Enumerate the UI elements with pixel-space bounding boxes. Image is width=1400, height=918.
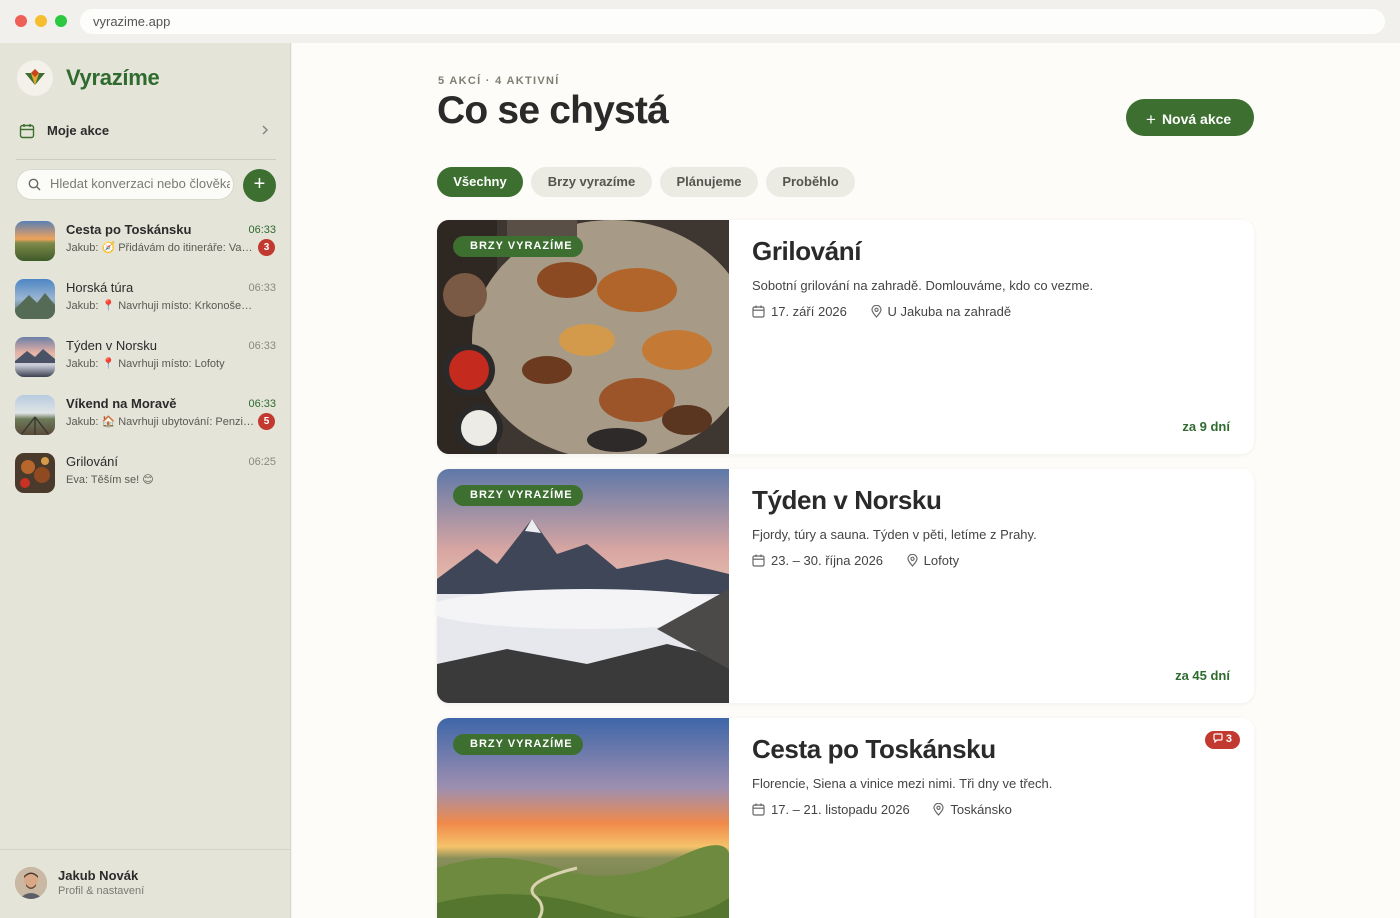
app-logo[interactable] xyxy=(17,60,53,96)
browser-chrome: vyrazime.app xyxy=(0,0,1400,43)
logo-icon xyxy=(25,69,45,85)
event-description: Florencie, Siena a vinice mezi nimi. Tři… xyxy=(752,776,1053,791)
event-countdown: za 45 dní xyxy=(1175,668,1230,683)
profile-settings-link[interactable]: Profil & nastavení xyxy=(58,885,144,897)
conversation-time: 06:33 xyxy=(248,340,276,352)
plus-icon: + xyxy=(1146,110,1156,129)
my-events-label: Moje akce xyxy=(47,123,110,138)
conversation-item-horska-tura[interactable]: Horská túra 06:33 Jakub: 📍 Navrhuji míst… xyxy=(0,269,291,327)
event-card-toskansko[interactable]: BRZY VYRAZÍME Cesta po Toskánsku 3 Flore… xyxy=(437,718,1254,918)
maximize-window-button[interactable] xyxy=(55,15,67,27)
chevron-right-icon xyxy=(262,125,269,135)
event-meta: 17. – 21. listopadu 2026 Toskánsko xyxy=(752,802,1032,817)
unread-count: 3 xyxy=(1225,733,1232,745)
minimize-window-button[interactable] xyxy=(35,15,47,27)
event-countdown: za 9 dní xyxy=(1182,419,1230,434)
event-description: Sobotní grilování na zahradě. Domlouváme… xyxy=(752,278,1094,293)
conversation-thumbnail xyxy=(15,221,55,261)
calendar-icon xyxy=(19,124,35,139)
location-pin-icon xyxy=(870,305,882,318)
filter-past[interactable]: Proběhlo xyxy=(766,167,855,197)
status-tag: BRZY VYRAZÍME xyxy=(453,236,583,257)
conversation-preview: Jakub: 📍 Navrhuji místo: Lofoty xyxy=(66,358,225,370)
filter-planning[interactable]: Plánujeme xyxy=(660,167,758,197)
brand-name: Vyrazíme xyxy=(66,65,160,90)
conversation-time: 06:33 xyxy=(248,282,276,294)
event-card-grilovani[interactable]: BRZY VYRAZÍME Grilování Sobotní grilován… xyxy=(437,220,1254,454)
location-pin-icon xyxy=(907,554,918,567)
conversation-item-grilovani[interactable]: Grilování 06:25 Eva: Těším se! 😊 xyxy=(0,443,291,501)
conversation-preview: Jakub: 🏠 Navrhuji ubytování: Penzion xyxy=(66,416,254,428)
calendar-icon xyxy=(752,305,765,318)
event-card-norsko[interactable]: BRZY VYRAZÍME Týden v Norsku Fjordy, túr… xyxy=(437,469,1254,703)
event-date: 23. – 30. října 2026 xyxy=(771,553,884,568)
search-icon xyxy=(28,178,41,191)
event-place: U Jakuba na zahradě xyxy=(887,304,1012,319)
event-title: Týden v Norsku xyxy=(752,485,942,515)
event-meta: 17. září 2026 U Jakuba na zahradě xyxy=(752,304,1031,319)
event-place-item: U Jakuba na zahradě xyxy=(870,304,1012,319)
conversation-preview: Eva: Těším se! 😊 xyxy=(66,474,154,486)
conversation-thumbnail xyxy=(15,395,55,435)
conversation-thumbnail xyxy=(15,453,55,493)
unread-badge: 5 xyxy=(258,413,275,430)
conversation-thumbnail xyxy=(15,279,55,319)
calendar-icon xyxy=(752,803,765,816)
sidebar: Vyrazíme Moje akce + Cesta po Toskánsku … xyxy=(0,43,291,918)
close-window-button[interactable] xyxy=(15,15,27,27)
conversation-title: Týden v Norsku xyxy=(66,338,158,353)
status-tag: BRZY VYRAZÍME xyxy=(453,485,583,506)
search-box[interactable] xyxy=(16,169,234,200)
event-place-item: Lofoty xyxy=(907,553,959,568)
new-event-button[interactable]: + Nová akce xyxy=(1126,99,1254,136)
conversation-time: 06:25 xyxy=(248,456,276,468)
conversation-preview: Jakub: 📍 Navrhuji místo: Krkonoše – chat… xyxy=(66,300,254,312)
profile-name: Jakub Novák xyxy=(58,868,139,883)
conversation-list: Cesta po Toskánsku 06:33 Jakub: 🧭 Přidáv… xyxy=(0,211,291,501)
conversation-thumbnail xyxy=(15,337,55,377)
conversation-preview: Jakub: 🧭 Přidávám do itineráře: Val d'Or… xyxy=(66,242,254,254)
event-title: Cesta po Toskánsku xyxy=(752,734,996,764)
conversation-title: Horská túra xyxy=(66,280,134,295)
event-date-item: 17. září 2026 xyxy=(752,304,851,319)
filter-all[interactable]: Všechny xyxy=(437,167,523,197)
event-title: Grilování xyxy=(752,236,862,266)
status-tag: BRZY VYRAZÍME xyxy=(453,734,583,755)
sidebar-divider xyxy=(16,159,276,160)
conversation-time: 06:33 xyxy=(248,224,276,236)
profile-section[interactable]: Jakub Novák Profil & nastavení xyxy=(0,849,291,918)
unread-messages-badge: 3 xyxy=(1204,731,1240,749)
event-date: 17. – 21. listopadu 2026 xyxy=(771,802,910,817)
events-summary: 5 AKCÍ · 4 AKTIVNÍ xyxy=(438,75,560,87)
location-pin-icon xyxy=(933,803,945,816)
conversation-item-norsko[interactable]: Týden v Norsku 06:33 Jakub: 📍 Navrhuji m… xyxy=(0,327,291,385)
event-date: 17. září 2026 xyxy=(771,304,847,319)
conversation-time: 06:33 xyxy=(248,398,276,410)
filter-soon[interactable]: Brzy vyrazíme xyxy=(531,167,652,197)
conversation-title: Grilování xyxy=(66,454,119,469)
address-bar[interactable]: vyrazime.app xyxy=(80,9,1385,34)
conversation-title: Cesta po Toskánsku xyxy=(66,222,192,237)
my-events-nav[interactable]: Moje akce xyxy=(17,119,275,143)
event-date-item: 23. – 30. října 2026 xyxy=(752,553,887,568)
event-place: Lofoty xyxy=(923,553,960,568)
conversation-item-toskansko[interactable]: Cesta po Toskánsku 06:33 Jakub: 🧭 Přidáv… xyxy=(0,211,291,269)
event-meta: 23. – 30. října 2026 Lofoty xyxy=(752,553,979,568)
calendar-icon xyxy=(752,554,765,567)
event-description: Fjordy, túry a sauna. Týden v pěti, letí… xyxy=(752,527,1037,542)
chat-bubble-icon xyxy=(1213,733,1223,744)
page-title: Co se chystá xyxy=(437,89,669,132)
unread-badge: 3 xyxy=(258,239,275,256)
avatar[interactable] xyxy=(15,867,47,899)
search-input[interactable] xyxy=(50,176,230,191)
event-date-item: 17. – 21. listopadu 2026 xyxy=(752,802,913,817)
event-place-item: Toskánsko xyxy=(933,802,1012,817)
event-place: Toskánsko xyxy=(950,802,1012,817)
conversation-item-morava[interactable]: Víkend na Moravě 06:33 Jakub: 🏠 Navrhuji… xyxy=(0,385,291,443)
new-event-label: Nová akce xyxy=(1161,111,1232,127)
main-content: 5 AKCÍ · 4 AKTIVNÍ Co se chystá + Nová ak… xyxy=(292,43,1400,918)
conversation-title: Víkend na Moravě xyxy=(66,396,177,411)
new-conversation-button[interactable]: + xyxy=(243,169,276,202)
